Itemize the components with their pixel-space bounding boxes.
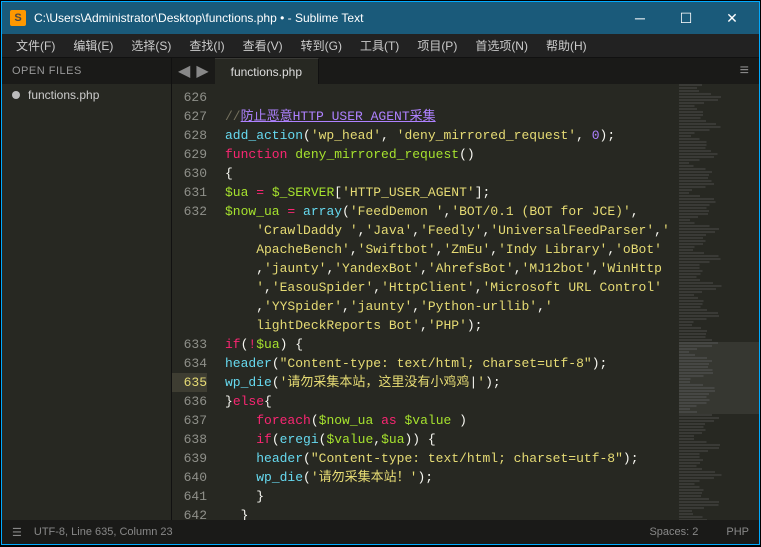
- line-number[interactable]: 629: [172, 145, 207, 164]
- line-number[interactable]: 635: [172, 373, 207, 392]
- chevron-left-icon[interactable]: ◀: [178, 61, 190, 81]
- menu-item-4[interactable]: 查看(V): [235, 34, 291, 57]
- code-line[interactable]: wp_die('请勿采集本站！');: [225, 468, 679, 487]
- maximize-button[interactable]: ☐: [663, 3, 709, 33]
- tab-nav-arrows[interactable]: ◀ ▶: [172, 58, 215, 84]
- tab-functions-php[interactable]: functions.php: [215, 58, 319, 84]
- window-title: C:\Users\Administrator\Desktop\functions…: [34, 11, 617, 25]
- tab-label: functions.php: [231, 65, 302, 79]
- menubar: 文件(F)编辑(E)选择(S)查找(I)查看(V)转到(G)工具(T)项目(P)…: [2, 34, 759, 58]
- chevron-right-icon[interactable]: ▶: [196, 61, 208, 81]
- code[interactable]: //防止恶意HTTP_USER_AGENT采集add_action('wp_he…: [217, 84, 679, 520]
- code-line[interactable]: 'CrawlDaddy ','Java','Feedly','Universal…: [225, 221, 679, 240]
- code-line[interactable]: ,'jaunty','YandexBot','AhrefsBot','MJ12b…: [225, 259, 679, 278]
- status-indent[interactable]: Spaces: 2: [649, 526, 698, 538]
- line-number[interactable]: [172, 240, 207, 259]
- app-icon: S: [10, 10, 26, 26]
- gutter[interactable]: 6266276286296306316326336346356366376386…: [172, 84, 217, 520]
- minimap-viewport[interactable]: [679, 342, 759, 414]
- sidebar-header: OPEN FILES: [2, 58, 171, 84]
- window: S C:\Users\Administrator\Desktop\functio…: [1, 1, 760, 545]
- line-number[interactable]: [172, 278, 207, 297]
- dirty-indicator-icon: [12, 91, 20, 99]
- status-syntax[interactable]: PHP: [726, 526, 749, 538]
- code-line[interactable]: ','EasouSpider','HttpClient','Microsoft …: [225, 278, 679, 297]
- line-number[interactable]: 633: [172, 335, 207, 354]
- line-number[interactable]: 636: [172, 392, 207, 411]
- line-number[interactable]: 641: [172, 487, 207, 506]
- line-number[interactable]: 640: [172, 468, 207, 487]
- code-line[interactable]: header("Content-type: text/html; charset…: [225, 449, 679, 468]
- code-line[interactable]: ApacheBench','Swiftbot','ZmEu','Indy Lib…: [225, 240, 679, 259]
- line-number[interactable]: 628: [172, 126, 207, 145]
- statusbar: ☰ UTF-8, Line 635, Column 23 Spaces: 2 P…: [2, 520, 759, 544]
- menu-item-5[interactable]: 转到(G): [293, 34, 350, 57]
- code-line[interactable]: $now_ua = array('FeedDemon ','BOT/0.1 (B…: [225, 202, 679, 221]
- tab-menu-icon[interactable]: ≡: [730, 58, 759, 84]
- line-number[interactable]: 626: [172, 88, 207, 107]
- minimap[interactable]: [679, 84, 759, 520]
- code-line[interactable]: }: [225, 506, 679, 520]
- menu-item-6[interactable]: 工具(T): [352, 34, 407, 57]
- code-line[interactable]: header("Content-type: text/html; charset…: [225, 354, 679, 373]
- close-button[interactable]: ✕: [709, 3, 755, 33]
- tab-row: ◀ ▶ functions.php ≡: [172, 58, 759, 84]
- editor-pane: ◀ ▶ functions.php ≡ 62662762862963063163…: [172, 58, 759, 520]
- code-line[interactable]: ,'YYSpider','jaunty','Python-urllib',': [225, 297, 679, 316]
- menu-item-1[interactable]: 编辑(E): [65, 34, 121, 57]
- code-line[interactable]: lightDeckReports Bot','PHP');: [225, 316, 679, 335]
- menu-item-3[interactable]: 查找(I): [181, 34, 232, 57]
- line-number[interactable]: [172, 221, 207, 240]
- code-line[interactable]: if(!$ua) {: [225, 335, 679, 354]
- window-controls: ─ ☐ ✕: [617, 3, 755, 33]
- minimize-button[interactable]: ─: [617, 3, 663, 33]
- code-line[interactable]: {: [225, 164, 679, 183]
- code-line[interactable]: wp_die('请勿采集本站，这里没有小鸡鸡|');: [225, 373, 679, 392]
- line-number[interactable]: 632: [172, 202, 207, 221]
- code-line[interactable]: //防止恶意HTTP_USER_AGENT采集: [225, 107, 679, 126]
- code-line[interactable]: add_action('wp_head', 'deny_mirrored_req…: [225, 126, 679, 145]
- code-line[interactable]: function deny_mirrored_request(): [225, 145, 679, 164]
- line-number[interactable]: [172, 297, 207, 316]
- status-encoding[interactable]: UTF-8, Line 635, Column 23: [34, 526, 173, 538]
- line-number[interactable]: 637: [172, 411, 207, 430]
- line-number[interactable]: 630: [172, 164, 207, 183]
- line-number[interactable]: 642: [172, 506, 207, 520]
- line-number[interactable]: [172, 259, 207, 278]
- line-number[interactable]: 639: [172, 449, 207, 468]
- code-line[interactable]: }: [225, 487, 679, 506]
- sidebar: OPEN FILES functions.php: [2, 58, 172, 520]
- code-line[interactable]: if(eregi($value,$ua)) {: [225, 430, 679, 449]
- line-number[interactable]: 634: [172, 354, 207, 373]
- menu-item-8[interactable]: 首选项(N): [467, 34, 536, 57]
- line-number[interactable]: 638: [172, 430, 207, 449]
- line-number[interactable]: 631: [172, 183, 207, 202]
- line-number[interactable]: [172, 316, 207, 335]
- menu-item-0[interactable]: 文件(F): [8, 34, 63, 57]
- open-file-entry[interactable]: functions.php: [2, 84, 171, 106]
- line-number[interactable]: 627: [172, 107, 207, 126]
- code-line[interactable]: }else{: [225, 392, 679, 411]
- titlebar[interactable]: S C:\Users\Administrator\Desktop\functio…: [2, 2, 759, 34]
- code-area[interactable]: 6266276286296306316326336346356366376386…: [172, 84, 759, 520]
- menu-item-2[interactable]: 选择(S): [123, 34, 179, 57]
- code-line[interactable]: [225, 88, 679, 107]
- code-line[interactable]: foreach($now_ua as $value ): [225, 411, 679, 430]
- statusbar-menu-icon[interactable]: ☰: [12, 526, 22, 539]
- body-area: OPEN FILES functions.php ◀ ▶ functions.p…: [2, 58, 759, 520]
- open-file-label: functions.php: [28, 88, 99, 102]
- menu-item-7[interactable]: 项目(P): [409, 34, 465, 57]
- menu-item-9[interactable]: 帮助(H): [538, 34, 595, 57]
- code-line[interactable]: $ua = $_SERVER['HTTP_USER_AGENT'];: [225, 183, 679, 202]
